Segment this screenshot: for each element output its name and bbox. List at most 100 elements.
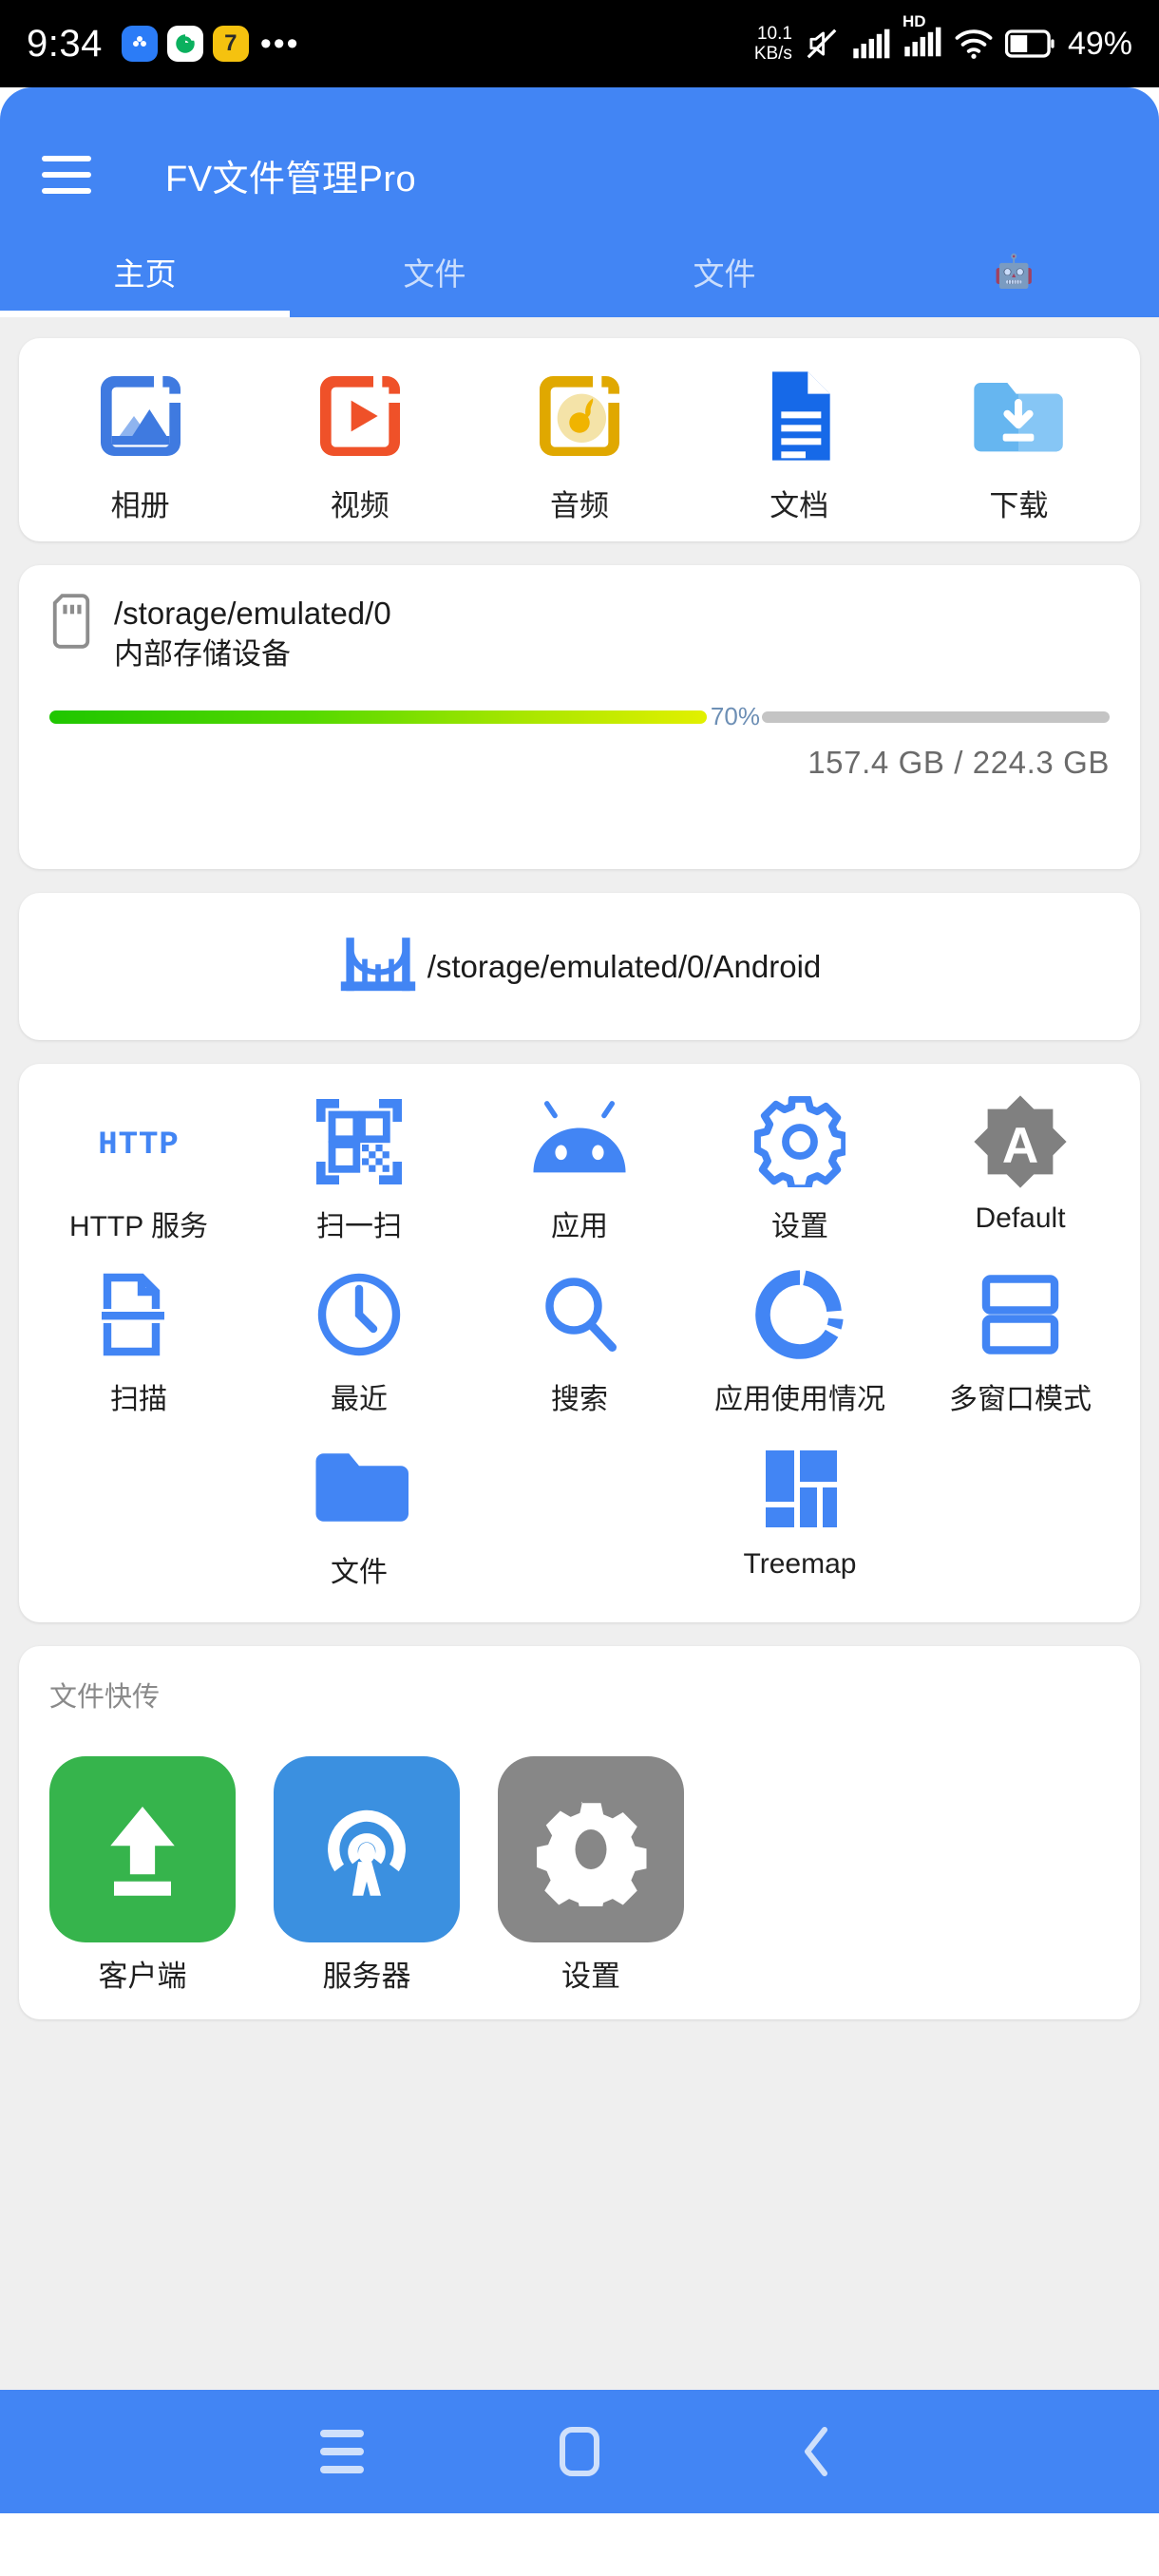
transfer-item-server[interactable]: 服务器 [274, 1756, 460, 1995]
tools-row-3: 文件 Treemap [28, 1442, 1130, 1590]
tool-qr-scan-label: 扫一扫 [316, 1211, 402, 1242]
storage-percent-label: 70% [710, 702, 760, 730]
gear-icon [754, 1096, 846, 1187]
tab-files-1-label: 文件 [403, 256, 466, 292]
broadcast-icon [274, 1756, 460, 1942]
tool-recent[interactable]: 最近 [249, 1269, 469, 1417]
back-button[interactable] [698, 2426, 936, 2477]
robot-icon: 🤖 [994, 254, 1035, 290]
status-right-cluster: 10.1 KB/s HD 49% [753, 12, 1132, 65]
android-path-label: /storage/emulated/0/Android [427, 948, 822, 984]
tab-files-2-label: 文件 [693, 256, 756, 292]
svg-text:HTTP: HTTP [98, 1127, 180, 1164]
storage-text: /storage/emulated/0 内部存储设备 [114, 594, 391, 675]
status-overflow: ••• [259, 25, 300, 62]
network-speed-value: 10.1 [756, 24, 792, 44]
wifi-icon [955, 29, 993, 59]
scanner-icon [93, 1269, 184, 1360]
video-icon [319, 376, 400, 456]
tool-settings-label: 设置 [771, 1211, 828, 1242]
home-square-icon [560, 2427, 599, 2476]
tab-robot[interactable]: 🤖 [869, 226, 1159, 317]
sd-card-icon [52, 594, 90, 649]
tool-multiwindow[interactable]: 多窗口模式 [910, 1269, 1130, 1417]
tool-default[interactable]: A Default [910, 1095, 1130, 1244]
media-item-video[interactable]: 视频 [250, 363, 469, 524]
tab-home[interactable]: 主页 [0, 226, 290, 317]
document-icon [772, 371, 830, 461]
tab-files-2[interactable]: 文件 [580, 226, 869, 317]
tools-row-2: 扫描 最近 搜索 应用使用情况 多窗口模式 [28, 1269, 1130, 1417]
tool-app-usage[interactable]: 应用使用情况 [690, 1269, 910, 1417]
tool-scan-label: 扫描 [110, 1384, 167, 1415]
default-star-a-icon: A [973, 1095, 1068, 1188]
audio-icon [540, 376, 619, 456]
media-item-document-label: 文档 [770, 489, 829, 522]
treemap-icon [754, 1442, 846, 1533]
tool-recent-label: 最近 [331, 1384, 388, 1415]
tools-row-1: HTTP HTTP 服务 扫一扫 应用 设置 A Default [28, 1095, 1130, 1244]
svg-text:A: A [1002, 1118, 1038, 1174]
photos-icon [100, 376, 180, 456]
media-item-document[interactable]: 文档 [690, 363, 909, 524]
file-transfer-title: 文件快传 [49, 1682, 161, 1713]
network-speed-unit: KB/s [753, 44, 792, 64]
hd-label: HD [902, 11, 926, 30]
status-app-badges: 7 [121, 26, 249, 62]
recycle-icon [166, 26, 203, 62]
search-icon [534, 1269, 625, 1360]
menu-lines-icon [320, 2430, 364, 2473]
bridge-icon [340, 937, 415, 991]
transfer-item-client-label: 客户端 [98, 1960, 187, 1993]
recents-button[interactable] [223, 2430, 461, 2473]
tool-apps[interactable]: 应用 [469, 1096, 690, 1244]
tool-multiwindow-label: 多窗口模式 [949, 1384, 1092, 1415]
storage-size-text: 157.4 GB / 224.3 GB [808, 745, 1110, 780]
battery-icon [1004, 29, 1054, 58]
tool-app-usage-label: 应用使用情况 [714, 1384, 885, 1415]
file-transfer-row: 客户端 服务器 设置 [49, 1756, 1110, 1995]
hamburger-icon[interactable] [42, 156, 91, 194]
media-item-download[interactable]: 下载 [909, 363, 1129, 524]
transfer-item-settings[interactable]: 设置 [498, 1756, 684, 1995]
donut-chart-icon [754, 1269, 846, 1360]
app-title: FV文件管理Pro [165, 159, 417, 199]
storage-header: /storage/emulated/0 内部存储设备 [49, 594, 1110, 675]
media-item-photos-label: 相册 [110, 489, 170, 522]
tool-search[interactable]: 搜索 [469, 1269, 690, 1417]
tool-scan[interactable]: 扫描 [28, 1269, 249, 1417]
tools-card: HTTP HTTP 服务 扫一扫 应用 设置 A Default 扫描 最近 搜… [19, 1064, 1140, 1622]
tab-files-1[interactable]: 文件 [290, 226, 580, 317]
tool-qr-scan[interactable]: 扫一扫 [249, 1096, 469, 1244]
app-bar-top: FV文件管理Pro [0, 123, 1159, 226]
tool-treemap[interactable]: Treemap [690, 1442, 910, 1590]
tab-bar: 主页 文件 文件 🤖 [0, 226, 1159, 317]
transfer-item-server-label: 服务器 [322, 1960, 411, 1993]
android-robot-icon [527, 1096, 632, 1187]
tool-files-label: 文件 [331, 1557, 388, 1588]
gear-icon [498, 1756, 684, 1942]
storage-progress-bar: 70% [49, 702, 1110, 731]
storage-progress-track [761, 710, 1110, 723]
download-folder-icon [974, 383, 1064, 452]
home-button[interactable] [461, 2426, 698, 2477]
tool-settings[interactable]: 设置 [690, 1096, 910, 1244]
media-categories-card: 相册 视频 音频 文档 下载 [19, 338, 1140, 541]
split-screen-icon [975, 1269, 1066, 1360]
cloud-icon [121, 26, 158, 62]
tool-files[interactable]: 文件 [249, 1442, 469, 1590]
tab-home-label: 主页 [113, 256, 177, 292]
status-time: 9:34 [27, 22, 103, 65]
tool-http-service[interactable]: HTTP HTTP 服务 [28, 1096, 249, 1244]
signal-icon [853, 28, 890, 59]
transfer-item-client[interactable]: 客户端 [49, 1756, 236, 1995]
media-item-audio[interactable]: 音频 [469, 363, 689, 524]
android-path-card[interactable]: /storage/emulated/0/Android [19, 893, 1140, 1040]
internal-storage-card[interactable]: /storage/emulated/0 内部存储设备 70% 157.4 GB … [19, 565, 1140, 869]
storage-path: /storage/emulated/0 [114, 596, 391, 631]
mute-icon [807, 28, 837, 59]
media-item-download-label: 下载 [989, 489, 1049, 522]
clock-icon [314, 1269, 405, 1360]
status-bar: 9:34 7 ••• 10.1 KB/s HD 49% [0, 0, 1159, 87]
media-item-photos[interactable]: 相册 [30, 363, 250, 524]
